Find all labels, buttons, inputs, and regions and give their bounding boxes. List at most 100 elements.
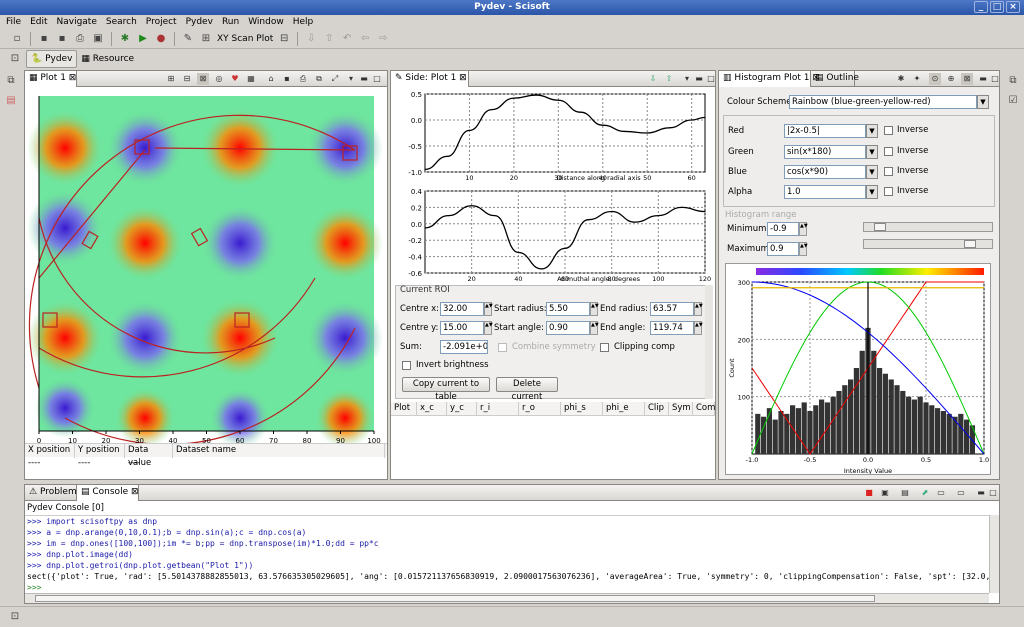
menu-file[interactable]: File xyxy=(6,15,21,29)
roi-scrollbar[interactable] xyxy=(705,285,713,399)
colour-scheme-dropdown-icon[interactable]: ▼ xyxy=(977,95,989,109)
start-radius-field[interactable]: 5.50 xyxy=(546,302,590,316)
console-horizontal-scrollbar[interactable] xyxy=(25,593,989,603)
console-scroll-thumb[interactable] xyxy=(35,595,875,602)
tab-side-plot-1[interactable]: ✎ Side: Plot 1 ⊠ xyxy=(391,71,469,87)
maximum-spinner[interactable]: ▲▼ xyxy=(799,242,808,256)
package-icon[interactable]: ▣ xyxy=(91,32,105,46)
open-console-icon[interactable]: ▭ xyxy=(955,487,967,499)
maximize-view-icon[interactable]: □ xyxy=(989,73,1001,85)
prev-annotation-icon[interactable]: ⇧ xyxy=(322,32,336,46)
save-all-icon[interactable]: ▪ xyxy=(55,32,69,46)
clipping-comp-checkbox[interactable] xyxy=(600,343,609,352)
close-button[interactable]: × xyxy=(1006,1,1020,13)
maximize-view-icon[interactable]: □ xyxy=(705,73,717,85)
menu-search[interactable]: Search xyxy=(106,15,137,29)
save-plot-icon[interactable]: ▪ xyxy=(281,73,293,85)
forward-icon[interactable]: ⇨ xyxy=(376,32,390,46)
menu-window[interactable]: Window xyxy=(248,15,284,29)
minimum-spinner[interactable]: ▲▼ xyxy=(799,222,808,236)
histogram-chart[interactable]: -1.0 -0.5 0.0 0.5 1.0 300 200 100 Intensity Valu… xyxy=(725,263,991,475)
menu-run[interactable]: Run xyxy=(222,15,239,29)
export-icon[interactable]: ⇧ xyxy=(663,73,675,85)
xy-scan-plot-button[interactable]: XY Scan Plot xyxy=(217,34,273,44)
minimize-button[interactable]: _ xyxy=(974,1,988,13)
scroll-lock-icon[interactable]: ▤ xyxy=(899,487,911,499)
xy-scan-icon[interactable]: ⊞ xyxy=(199,32,213,46)
package-explorer-icon[interactable]: ▤ xyxy=(4,94,18,108)
tab-plot-1[interactable]: ▦ Plot 1 ⊠ xyxy=(25,71,77,87)
radial-profile-chart[interactable]: 0.50.0-0.5-1.010 20 30 40 50 60Distance along… xyxy=(391,88,715,184)
alpha-dropdown-icon[interactable]: ▼ xyxy=(866,185,878,199)
external-tools-icon[interactable]: ● xyxy=(154,32,168,46)
grid-icon[interactable]: ▦ xyxy=(245,73,257,85)
maximize-button[interactable]: □ xyxy=(990,1,1004,13)
blue-dropdown-icon[interactable]: ▼ xyxy=(866,165,878,179)
blue-function-select[interactable]: cos(x*90) xyxy=(784,165,866,179)
heart-icon[interactable]: ♥ xyxy=(229,73,241,85)
delete-current-button[interactable]: Delete current xyxy=(496,377,558,402)
image-plot[interactable]: 0 10 20 30 40 50 60 70 80 90 100 xyxy=(25,88,387,448)
expand-icon[interactable]: ⤢ xyxy=(329,73,341,85)
tasks-icon[interactable]: ☑ xyxy=(1006,94,1020,108)
terminate-icon[interactable]: ■ xyxy=(863,487,875,499)
end-radius-field[interactable]: 63.57 xyxy=(650,302,694,316)
open-perspective-icon[interactable]: ⊡ xyxy=(8,52,22,66)
copy-current-to-table-button[interactable]: Copy current to table xyxy=(402,377,490,402)
maximum-slider[interactable] xyxy=(863,239,993,249)
restore-icon[interactable]: ⧉ xyxy=(4,74,18,88)
run-icon[interactable]: ▶ xyxy=(136,32,150,46)
green-dropdown-icon[interactable]: ▼ xyxy=(866,145,878,159)
red-dropdown-icon[interactable]: ▼ xyxy=(866,124,878,138)
histogram-palette-icon[interactable]: ⊕ xyxy=(945,73,957,85)
minimize-view-icon[interactable]: ▬ xyxy=(975,487,987,499)
end-angle-field[interactable]: 119.74 xyxy=(650,321,694,335)
green-inverse-checkbox[interactable] xyxy=(884,147,893,156)
minimize-view-icon[interactable]: ▬ xyxy=(358,73,370,85)
roi-icon[interactable]: ⊠ xyxy=(197,73,209,85)
end-angle-spinner[interactable]: ▲▼ xyxy=(694,321,703,335)
zoom-icon[interactable]: ⊞ xyxy=(165,73,177,85)
invert-brightness-checkbox[interactable] xyxy=(402,361,411,370)
histogram-tool-icon[interactable]: ✱ xyxy=(895,73,907,85)
scan-grid-icon[interactable]: ⊟ xyxy=(277,32,291,46)
tab-histogram-plot-1[interactable]: ▥ Histogram Plot 1 ⊠ xyxy=(719,71,820,87)
view-menu-icon[interactable]: ▾ xyxy=(345,73,357,85)
new-icon[interactable]: ▫ xyxy=(10,32,24,46)
start-angle-spinner[interactable]: ▲▼ xyxy=(590,321,599,335)
debug-icon[interactable]: ✱ xyxy=(118,32,132,46)
minimize-view-icon[interactable]: ▬ xyxy=(693,73,705,85)
green-function-select[interactable]: sin(x*180) xyxy=(784,145,866,159)
combine-symmetry-checkbox[interactable] xyxy=(498,343,507,352)
centre-y-spinner[interactable]: ▲▼ xyxy=(484,321,493,335)
minimum-field[interactable]: -0.9 xyxy=(767,222,799,236)
start-radius-spinner[interactable]: ▲▼ xyxy=(590,302,599,316)
mask-icon[interactable]: ◎ xyxy=(213,73,225,85)
minimum-slider[interactable] xyxy=(863,222,993,232)
maximize-view-icon[interactable]: □ xyxy=(987,487,999,499)
minimum-slider-thumb[interactable] xyxy=(874,223,886,231)
view-menu-icon[interactable]: ▾ xyxy=(681,73,693,85)
start-angle-field[interactable]: 0.90 xyxy=(546,321,590,335)
display-console-icon[interactable]: ▭ xyxy=(935,487,947,499)
blue-inverse-checkbox[interactable] xyxy=(884,167,893,176)
restore-right-icon[interactable]: ⧉ xyxy=(1006,74,1020,88)
minimize-view-icon[interactable]: ▬ xyxy=(977,73,989,85)
console-output[interactable]: >>> import scisoftpy as dnp >>> a = dnp.… xyxy=(25,515,989,593)
zoom-fit-icon[interactable]: ⊟ xyxy=(181,73,193,85)
menu-project[interactable]: Project xyxy=(146,15,177,29)
alpha-function-select[interactable]: 1.0 xyxy=(784,185,866,199)
tab-problems[interactable]: ⚠ Problems xyxy=(25,485,81,501)
centre-y-field[interactable]: 15.00 xyxy=(440,321,484,335)
menu-help[interactable]: Help xyxy=(293,15,314,29)
next-annotation-icon[interactable]: ⇩ xyxy=(304,32,318,46)
save-icon[interactable]: ▪ xyxy=(37,32,51,46)
print-icon[interactable]: ⎙ xyxy=(73,32,87,46)
red-function-select[interactable]: |2x-0.5| xyxy=(784,124,866,138)
wand-icon[interactable]: ✎ xyxy=(181,32,195,46)
pin-console-icon[interactable]: ⬈ xyxy=(919,487,931,499)
colour-scheme-select[interactable]: Rainbow (blue-green-yellow-red) xyxy=(789,95,977,109)
menu-pydev[interactable]: Pydev xyxy=(186,15,213,29)
tab-outline[interactable]: ▤ Outline xyxy=(811,71,859,87)
home-icon[interactable]: ⌂ xyxy=(265,73,277,85)
